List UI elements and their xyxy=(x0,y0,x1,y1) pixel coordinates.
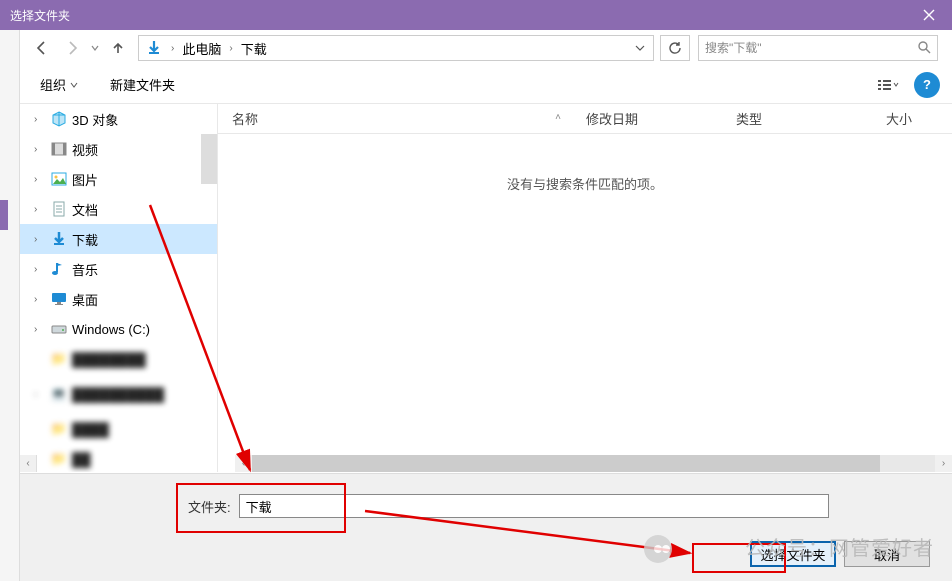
tree-item[interactable]: › 文档 xyxy=(20,194,217,224)
list-hscroll[interactable]: ‹› xyxy=(235,455,952,472)
tree-item[interactable]: › 下载 xyxy=(20,224,217,254)
search-box[interactable] xyxy=(698,35,938,61)
recent-dropdown[interactable] xyxy=(88,34,102,62)
tree-scrollbar[interactable] xyxy=(201,134,217,184)
breadcrumb-seg1[interactable]: 此电脑 xyxy=(176,36,227,60)
breadcrumb-icon[interactable] xyxy=(139,36,169,60)
refresh-button[interactable] xyxy=(660,35,690,61)
tree-scroll-left[interactable]: ‹ xyxy=(20,455,37,472)
help-button[interactable]: ? xyxy=(914,72,940,98)
tree-item[interactable]: › 桌面 xyxy=(20,284,217,314)
sort-indicator: ˄ xyxy=(555,112,561,123)
nav-row: › 此电脑 › 下载 xyxy=(20,30,952,66)
view-options[interactable] xyxy=(870,72,906,98)
tree-label: 文档 xyxy=(72,200,98,219)
tree-label: 桌面 xyxy=(72,290,98,309)
tree-label: Windows (C:) xyxy=(72,322,150,337)
tree-item[interactable]: › 图片 xyxy=(20,164,217,194)
tree-label: 3D 对象 xyxy=(72,110,118,129)
expand-icon[interactable]: › xyxy=(34,324,46,335)
address-dropdown[interactable] xyxy=(626,41,653,56)
expand-icon[interactable]: › xyxy=(34,114,46,125)
expand-icon[interactable]: › xyxy=(34,174,46,185)
col-name[interactable]: 名称˄ xyxy=(218,104,572,133)
col-size[interactable]: 大小 xyxy=(872,104,952,133)
expand-icon[interactable]: › xyxy=(34,264,46,275)
close-button[interactable] xyxy=(906,0,952,30)
titlebar: 选择文件夹 xyxy=(0,0,952,30)
empty-message: 没有与搜索条件匹配的项。 xyxy=(218,134,952,472)
tree-label: 视频 xyxy=(72,140,98,159)
col-type[interactable]: 类型 xyxy=(722,104,872,133)
tree-label: 音乐 xyxy=(72,260,98,279)
tree-item[interactable]: › Windows (C:) xyxy=(20,314,217,344)
breadcrumb-seg2[interactable]: 下载 xyxy=(235,36,273,60)
folder-icon xyxy=(50,260,68,278)
col-date[interactable]: 修改日期 xyxy=(572,104,722,133)
select-folder-button[interactable]: 选择文件夹 xyxy=(750,541,836,567)
up-button[interactable] xyxy=(104,34,132,62)
toolbar: 组织 新建文件夹 ? xyxy=(20,66,952,104)
tree-item-blurred: 📁██ xyxy=(20,444,217,472)
address-bar[interactable]: › 此电脑 › 下载 xyxy=(138,35,654,61)
folder-icon xyxy=(50,170,68,188)
left-window-edge xyxy=(0,0,20,581)
expand-icon[interactable]: › xyxy=(34,204,46,215)
folder-icon xyxy=(50,140,68,158)
expand-icon[interactable]: › xyxy=(34,144,46,155)
tree-item[interactable]: › 视频 xyxy=(20,134,217,164)
tree-label: 图片 xyxy=(72,170,98,189)
column-headers: 名称˄ 修改日期 类型 大小 xyxy=(218,104,952,134)
folder-icon xyxy=(50,290,68,308)
tree-item[interactable]: › 3D 对象 xyxy=(20,104,217,134)
window-title: 选择文件夹 xyxy=(10,7,70,24)
back-button[interactable] xyxy=(28,34,56,62)
chevron-icon: › xyxy=(169,43,176,54)
new-folder-button[interactable]: 新建文件夹 xyxy=(102,71,183,98)
tree-item-blurred: 📁████ xyxy=(20,414,217,444)
search-input[interactable] xyxy=(705,41,917,55)
file-list: 名称˄ 修改日期 类型 大小 没有与搜索条件匹配的项。 ‹› xyxy=(218,104,952,472)
folder-icon xyxy=(50,230,68,248)
expand-icon[interactable]: › xyxy=(34,234,46,245)
folder-icon xyxy=(50,320,68,338)
organize-menu[interactable]: 组织 xyxy=(32,71,86,98)
folder-name-input[interactable] xyxy=(239,494,829,518)
expand-icon[interactable]: › xyxy=(34,294,46,305)
tree-item-blurred: ›💻██████████ xyxy=(20,374,217,414)
forward-button[interactable] xyxy=(58,34,86,62)
tree-label: 下载 xyxy=(72,230,98,249)
cancel-button[interactable]: 取消 xyxy=(844,541,930,567)
folder-icon xyxy=(50,200,68,218)
folder-label: 文件夹: xyxy=(188,497,231,516)
tree-item[interactable]: › 音乐 xyxy=(20,254,217,284)
bottom-panel: 文件夹: 选择文件夹 取消 xyxy=(20,473,952,581)
chevron-icon: › xyxy=(227,43,234,54)
search-icon xyxy=(917,40,931,57)
tree-item-blurred: 📁████████ xyxy=(20,344,217,374)
folder-icon xyxy=(50,110,68,128)
folder-tree: › 3D 对象 › 视频 › 图片 › 文档 › 下载 › 音乐 › 桌面 › Windows (C:) 📁█… xyxy=(20,104,218,472)
